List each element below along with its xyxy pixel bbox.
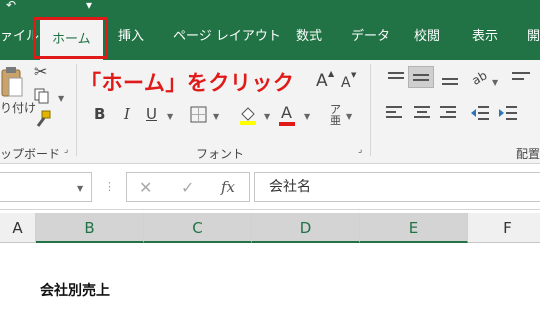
- click-home-annotation: 「ホーム」をクリック: [80, 71, 295, 95]
- tab-view[interactable]: 表示: [472, 14, 498, 60]
- formula-bar: ▼ ⋮ ✕ ✓ fx 会社名: [0, 164, 540, 210]
- column-header-c[interactable]: C: [144, 213, 252, 243]
- font-color-dropdown-icon[interactable]: ▼: [304, 112, 310, 121]
- italic-button[interactable]: I: [124, 107, 130, 122]
- border-dropdown-icon[interactable]: ▼: [213, 112, 219, 121]
- shrink-arrow-icon: ▼: [351, 71, 357, 79]
- text-orientation-button[interactable]: ab: [470, 68, 490, 88]
- tab-review[interactable]: 校閲: [414, 14, 440, 60]
- name-box-dropdown-icon[interactable]: ▼: [77, 184, 83, 193]
- excel-window: ↶ ▾ ァイル ホーム 挿入 ページ レイアウト 数式 データ 校閲 表示 開 …: [0, 0, 540, 315]
- clipboard-group-label: ップボード: [0, 147, 61, 161]
- decrease-font-size-button[interactable]: A: [341, 76, 351, 90]
- copy-icon[interactable]: [34, 88, 50, 104]
- insert-function-icon[interactable]: fx: [221, 180, 235, 195]
- column-header-f[interactable]: F: [468, 213, 540, 243]
- tab-page-layout[interactable]: ページ レイアウト: [173, 14, 281, 60]
- enter-icon[interactable]: ✓: [181, 180, 194, 196]
- column-header-d[interactable]: D: [252, 213, 360, 243]
- align-middle-button[interactable]: [408, 66, 434, 88]
- tab-insert[interactable]: 挿入: [118, 14, 144, 60]
- underline-button[interactable]: U: [146, 107, 157, 122]
- clipboard-launcher-icon[interactable]: ⌟: [64, 146, 68, 155]
- increase-font-size-button[interactable]: A: [316, 73, 328, 90]
- phonetic-dropdown-icon[interactable]: ▼: [346, 112, 352, 121]
- orientation-dropdown-icon[interactable]: ▼: [492, 78, 498, 87]
- align-center-button[interactable]: [412, 106, 432, 122]
- column-header-a[interactable]: A: [0, 213, 36, 243]
- group-separator: [370, 64, 371, 156]
- cancel-icon[interactable]: ✕: [139, 180, 152, 196]
- paste-label[interactable]: り付け: [0, 102, 36, 114]
- font-color-swatch: [279, 122, 295, 126]
- tab-formulas[interactable]: 数式: [296, 14, 322, 60]
- decrease-indent-icon[interactable]: [470, 105, 490, 123]
- increase-indent-icon[interactable]: [498, 105, 518, 123]
- alignment-group-label: 配置: [516, 147, 540, 161]
- cut-icon[interactable]: ✂: [34, 64, 47, 80]
- home-tab-highlight: [33, 17, 108, 59]
- align-left-button[interactable]: [386, 106, 406, 122]
- worksheet-grid[interactable]: 会社別売上: [0, 243, 540, 315]
- customize-quick-access-icon[interactable]: ▾: [86, 0, 92, 12]
- font-group-label: フォント: [196, 147, 245, 161]
- bold-button[interactable]: B: [94, 107, 105, 122]
- column-header-b[interactable]: B: [36, 213, 144, 243]
- underline-dropdown-icon[interactable]: ▼: [167, 112, 173, 121]
- cell-b2[interactable]: 会社別売上: [40, 280, 110, 300]
- fill-color-dropdown-icon[interactable]: ▼: [264, 112, 270, 121]
- grow-arrow-icon: ▲: [328, 69, 335, 78]
- group-separator: [76, 64, 77, 156]
- align-right-button[interactable]: [438, 106, 458, 122]
- fill-color-icon[interactable]: [238, 104, 258, 126]
- ribbon-home: り付け ✂ ▼ ップボード ⌟ 「ホーム」をクリック A ▲ A ▼ B I U…: [0, 60, 540, 164]
- undo-icon[interactable]: ↶: [6, 0, 16, 12]
- wrap-text-button[interactable]: [512, 70, 532, 86]
- font-launcher-icon[interactable]: ⌟: [358, 146, 362, 155]
- font-color-button[interactable]: A: [281, 105, 292, 121]
- align-top-button[interactable]: [386, 72, 406, 86]
- paste-icon[interactable]: [0, 66, 24, 100]
- formula-buttons: ✕ ✓ fx: [126, 172, 250, 202]
- formula-bar-grip-icon: ⋮: [104, 180, 115, 193]
- tab-developer[interactable]: 開: [527, 14, 540, 60]
- formula-input[interactable]: 会社名: [254, 172, 540, 202]
- border-icon[interactable]: [190, 106, 208, 124]
- phonetic-guide-icon[interactable]: ア亜: [330, 104, 341, 126]
- tab-data[interactable]: データ: [351, 14, 390, 60]
- column-header-e[interactable]: E: [360, 213, 468, 243]
- copy-dropdown-icon[interactable]: ▼: [58, 94, 64, 103]
- align-bottom-button[interactable]: [440, 72, 460, 86]
- title-bar: ↶ ▾: [0, 0, 540, 14]
- format-painter-icon[interactable]: [34, 110, 52, 128]
